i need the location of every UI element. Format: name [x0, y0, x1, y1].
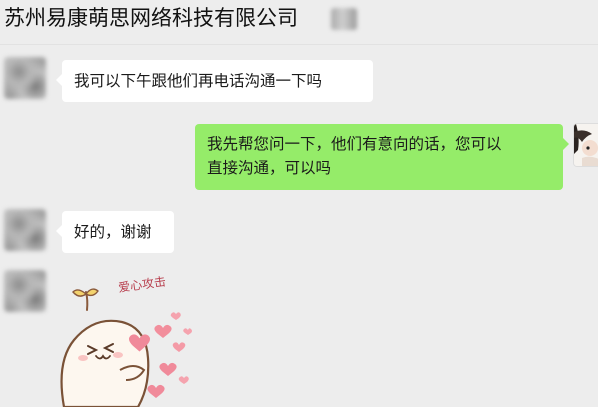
contact-avatar[interactable] [4, 57, 46, 99]
message-text: 我可以下午跟他们再电话沟通一下吗 [74, 72, 323, 90]
redacted-member-count [331, 8, 357, 30]
message-text-line-2: 直接沟通，可以吗 [207, 159, 332, 177]
sticker-caption: 爱心攻击 [117, 274, 166, 295]
message-bubble-received[interactable]: 好的，谢谢 [56, 211, 174, 253]
contact-avatar[interactable] [4, 270, 46, 312]
contact-avatar[interactable] [4, 209, 46, 251]
message-text: 好的，谢谢 [74, 223, 152, 241]
chat-header: 苏州易康萌思网络科技有限公司 [0, 0, 598, 45]
heart-sticker-icon[interactable]: 爱心攻击 [58, 270, 193, 407]
message-text-line-1: 我先帮您问一下，他们有意向的话，您可以 [207, 135, 502, 153]
self-avatar[interactable] [573, 123, 598, 167]
message-bubble-sent[interactable]: 我先帮您问一下，他们有意向的话，您可以 直接沟通，可以吗 [195, 124, 569, 190]
message-bubble-received[interactable]: 我可以下午跟他们再电话沟通一下吗 [56, 60, 373, 102]
chat-title[interactable]: 苏州易康萌思网络科技有限公司 [4, 4, 298, 32]
